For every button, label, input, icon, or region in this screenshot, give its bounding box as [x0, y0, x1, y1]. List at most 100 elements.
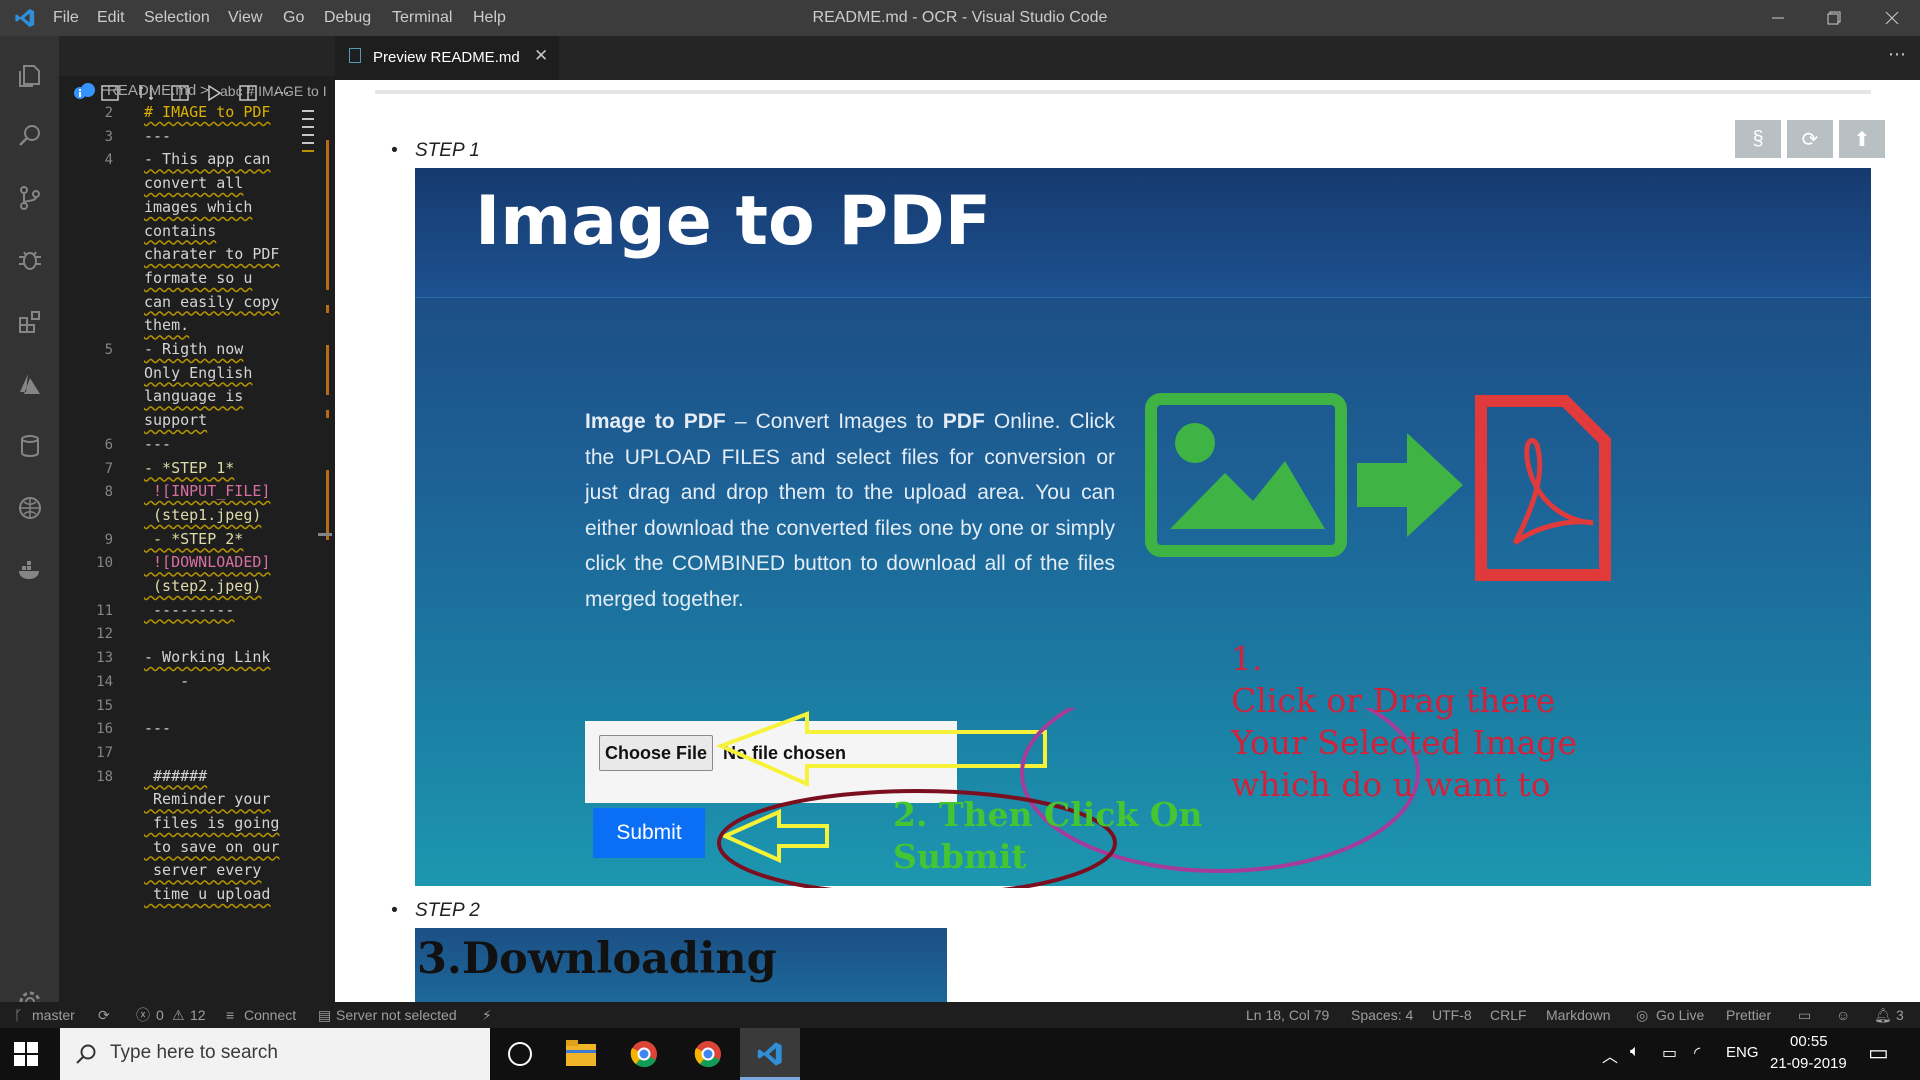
preview-section-button[interactable]: §	[1735, 120, 1781, 158]
source-control-icon[interactable]	[0, 170, 59, 226]
taskbar-search-box[interactable]: Type here to search	[60, 1028, 490, 1080]
menu-debug[interactable]: Debug	[324, 0, 371, 36]
code-line[interactable]: charater to PDF	[144, 245, 279, 263]
code-line[interactable]: -	[144, 672, 189, 690]
code-line[interactable]: Reminder your	[144, 790, 270, 808]
remote-explorer-icon[interactable]	[0, 480, 59, 536]
menu-edit[interactable]: Edit	[97, 0, 125, 36]
code-line[interactable]: server every	[144, 861, 261, 879]
notification-count[interactable]: 3	[1896, 1002, 1904, 1028]
database-icon[interactable]: ≡	[226, 1002, 234, 1028]
code-line[interactable]: - *STEP 2*	[144, 530, 243, 548]
preview-scroll-top-button[interactable]: ⬆	[1839, 120, 1885, 158]
code-line[interactable]: to save on our	[144, 838, 279, 856]
code-line[interactable]: language is	[144, 387, 243, 405]
preview-refresh-button[interactable]: ⟳	[1787, 120, 1833, 158]
docker-icon[interactable]	[0, 542, 59, 598]
indentation[interactable]: Spaces: 4	[1351, 1002, 1413, 1028]
restore-button[interactable]	[1806, 0, 1862, 36]
close-tab-icon[interactable]: ✕	[534, 46, 548, 66]
prettier[interactable]: Prettier	[1726, 1002, 1771, 1028]
file-explorer-icon[interactable]	[566, 1040, 596, 1071]
vscode-taskbar-button[interactable]	[740, 1028, 800, 1080]
code-line[interactable]: them.	[144, 316, 189, 334]
code-line[interactable]: - This app can	[144, 150, 270, 168]
clock-time[interactable]: 00:55	[1790, 1033, 1828, 1050]
code-line[interactable]: - *STEP 1*	[144, 459, 234, 477]
code-line[interactable]: convert all	[144, 174, 243, 192]
code-line[interactable]: ---	[144, 719, 171, 737]
code-line[interactable]: time u upload	[144, 885, 270, 903]
errors-count[interactable]: 0	[156, 1002, 164, 1028]
sync-icon[interactable]: ⟳	[98, 1002, 110, 1028]
server-icon[interactable]: ▤	[318, 1002, 331, 1028]
volume-icon[interactable]: 🔈︎	[1630, 1043, 1640, 1061]
breadcrumb-file[interactable]: README.md	[107, 82, 196, 99]
action-center-icon[interactable]: ▭	[1868, 1040, 1889, 1066]
markdown-preview[interactable]: § ⟳ ⬆ • STEP 1 Image to PDF Image to PDF…	[335, 80, 1920, 1002]
code-line[interactable]: ---------	[144, 601, 234, 619]
menu-view[interactable]: View	[228, 0, 262, 36]
bell-icon[interactable]: 🔔︎	[1874, 1002, 1892, 1028]
errors-icon[interactable]: ⓧ	[136, 1002, 150, 1028]
server-status[interactable]: Server not selected	[336, 1002, 457, 1028]
menu-help[interactable]: Help	[473, 0, 506, 36]
warnings-icon[interactable]: ⚠	[172, 1002, 185, 1028]
code-line[interactable]: Only English	[144, 364, 252, 382]
chrome-icon-2[interactable]	[694, 1040, 722, 1073]
go-live-icon[interactable]: ◎	[1636, 1002, 1648, 1028]
code-line[interactable]: contains	[144, 222, 216, 240]
breadcrumb-symbol[interactable]: abc # IMAGE to I	[220, 83, 327, 99]
code-line[interactable]: - Working Link	[144, 648, 270, 666]
menu-terminal[interactable]: Terminal	[392, 0, 452, 36]
tab-preview-readme[interactable]: Preview README.md ✕	[335, 36, 559, 80]
windows-start-icon[interactable]	[14, 1042, 38, 1071]
git-branch-icon[interactable]: ᚴ	[14, 1002, 22, 1028]
code-line[interactable]: ---	[144, 127, 171, 145]
minimize-button[interactable]	[1750, 0, 1806, 36]
extensions-icon[interactable]	[0, 294, 59, 350]
editor-minimap[interactable]	[318, 110, 332, 950]
database-icon[interactable]	[0, 418, 59, 474]
menu-selection[interactable]: Selection	[144, 0, 210, 36]
code-line[interactable]: ![INPUT_FILE]	[144, 482, 270, 500]
more-actions-icon[interactable]: ⋯	[1888, 44, 1906, 65]
encoding[interactable]: UTF-8	[1432, 1002, 1472, 1028]
menu-file[interactable]: File	[53, 0, 79, 36]
line-ending[interactable]: CRLF	[1490, 1002, 1527, 1028]
warnings-count[interactable]: 12	[190, 1002, 206, 1028]
code-line[interactable]: (step2.jpeg)	[144, 577, 261, 595]
code-line[interactable]: formate so u	[144, 269, 252, 287]
menu-go[interactable]: Go	[283, 0, 304, 36]
code-line[interactable]: images which	[144, 198, 252, 216]
git-branch[interactable]: master	[32, 1002, 75, 1028]
wifi-icon[interactable]: ◜	[1694, 1043, 1700, 1063]
lightning-icon[interactable]: ⚡	[482, 1002, 492, 1028]
go-live[interactable]: Go Live	[1656, 1002, 1704, 1028]
language-mode[interactable]: Markdown	[1546, 1002, 1611, 1028]
connect-status[interactable]: Connect	[244, 1002, 296, 1028]
chrome-icon[interactable]	[630, 1040, 658, 1073]
code-line[interactable]: files is going	[144, 814, 279, 832]
debug-icon[interactable]	[0, 232, 59, 288]
code-line[interactable]: ######	[144, 767, 207, 785]
clock-date[interactable]: 21-09-2019	[1770, 1055, 1847, 1072]
azure-icon[interactable]	[0, 356, 59, 412]
terminal-icon[interactable]: ▭	[1798, 1002, 1811, 1028]
code-line[interactable]: - Rigth now	[144, 340, 243, 358]
input-language[interactable]: ENG	[1726, 1044, 1759, 1061]
choose-file-button[interactable]: Choose File	[599, 735, 713, 771]
code-line[interactable]: (step1.jpeg)	[144, 506, 261, 524]
code-line[interactable]: support	[144, 411, 207, 429]
task-view-icon[interactable]	[508, 1042, 532, 1066]
code-line[interactable]: # IMAGE to PDF	[144, 103, 270, 121]
cursor-position[interactable]: Ln 18, Col 79	[1246, 1002, 1329, 1028]
explorer-icon[interactable]	[0, 48, 59, 104]
search-icon[interactable]	[0, 108, 59, 164]
submit-button[interactable]: Submit	[593, 808, 705, 858]
show-hidden-icons[interactable]: ︿	[1602, 1043, 1618, 1067]
battery-icon[interactable]: ▭	[1662, 1043, 1677, 1063]
code-line[interactable]: can easily copy	[144, 293, 279, 311]
code-line[interactable]: ![DOWNLOADED]	[144, 553, 270, 571]
code-line[interactable]: ---	[144, 435, 171, 453]
